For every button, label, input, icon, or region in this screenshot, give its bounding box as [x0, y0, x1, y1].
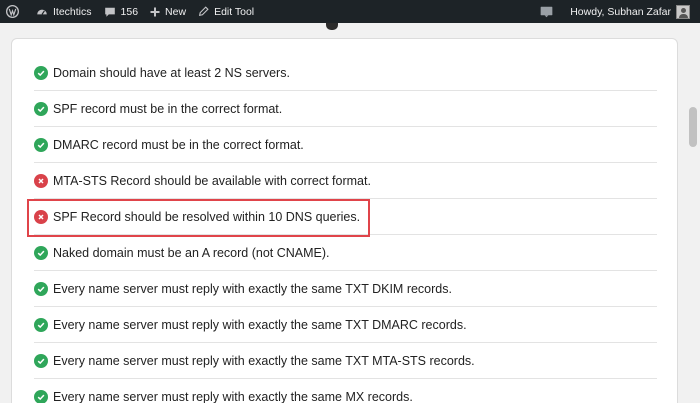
check-text: Domain should have at least 2 NS servers…	[53, 65, 290, 80]
check-item: Every name server must reply with exactl…	[34, 379, 657, 403]
wordpress-logo-menu[interactable]	[0, 0, 30, 23]
check-item: Every name server must reply with exactl…	[34, 343, 657, 379]
check-text: Every name server must reply with exactl…	[53, 390, 413, 403]
check-text: Every name server must reply with exactl…	[53, 353, 475, 368]
howdy-label: Howdy, Subhan Zafar	[570, 5, 671, 18]
check-item: SPF record must be in the correct format…	[34, 91, 657, 127]
my-account-menu[interactable]: Howdy, Subhan Zafar	[564, 0, 700, 23]
check-text: Every name server must reply with exactl…	[53, 281, 452, 296]
site-name-menu[interactable]: Itechtics	[30, 0, 98, 23]
comments-menu[interactable]: 156	[98, 0, 145, 23]
check-item: Domain should have at least 2 NS servers…	[34, 55, 657, 91]
edit-tool-menu[interactable]: Edit Tool	[192, 0, 260, 23]
check-circle-icon	[34, 101, 48, 116]
check-circle-icon	[34, 65, 48, 80]
check-text: MTA-STS Record should be available with …	[53, 173, 371, 188]
heading-fragment	[326, 23, 338, 30]
check-circle-icon	[34, 353, 48, 368]
new-content-menu[interactable]: New	[144, 0, 192, 23]
notification-menu[interactable]	[534, 0, 564, 23]
scrollbar-thumb[interactable]	[689, 107, 697, 147]
check-text: SPF record must be in the correct format…	[53, 101, 283, 116]
site-name-label: Itechtics	[53, 5, 92, 18]
highlight-box	[27, 199, 370, 237]
plus-icon	[150, 7, 160, 16]
comments-count: 156	[120, 5, 139, 18]
pencil-icon	[199, 6, 209, 17]
check-circle-icon	[34, 317, 48, 332]
check-item: Every name server must reply with exactl…	[34, 307, 657, 343]
check-circle-icon	[34, 245, 48, 260]
new-label: New	[165, 5, 187, 18]
notification-icon	[540, 6, 553, 17]
scrollbar[interactable]	[686, 23, 700, 403]
check-item: MTA-STS Record should be available with …	[34, 163, 657, 199]
check-circle-icon	[34, 390, 48, 403]
check-text: Every name server must reply with exactl…	[53, 317, 467, 332]
check-text: DMARC record must be in the correct form…	[53, 137, 304, 152]
dashboard-icon	[37, 9, 47, 15]
admin-bar: Itechtics 156 New Edit Tool Howdy, Subha…	[0, 0, 700, 23]
check-circle-icon	[34, 281, 48, 296]
avatar	[676, 4, 690, 19]
check-text: Naked domain must be an A record (not CN…	[53, 245, 330, 260]
edit-tool-label: Edit Tool	[214, 5, 255, 18]
check-item: Every name server must reply with exactl…	[34, 271, 657, 307]
check-item: Naked domain must be an A record (not CN…	[34, 235, 657, 271]
x-circle-icon	[34, 173, 48, 188]
check-circle-icon	[34, 137, 48, 152]
wordpress-icon	[6, 5, 19, 18]
comment-bubble-icon	[104, 7, 115, 17]
check-item: DMARC record must be in the correct form…	[34, 127, 657, 163]
